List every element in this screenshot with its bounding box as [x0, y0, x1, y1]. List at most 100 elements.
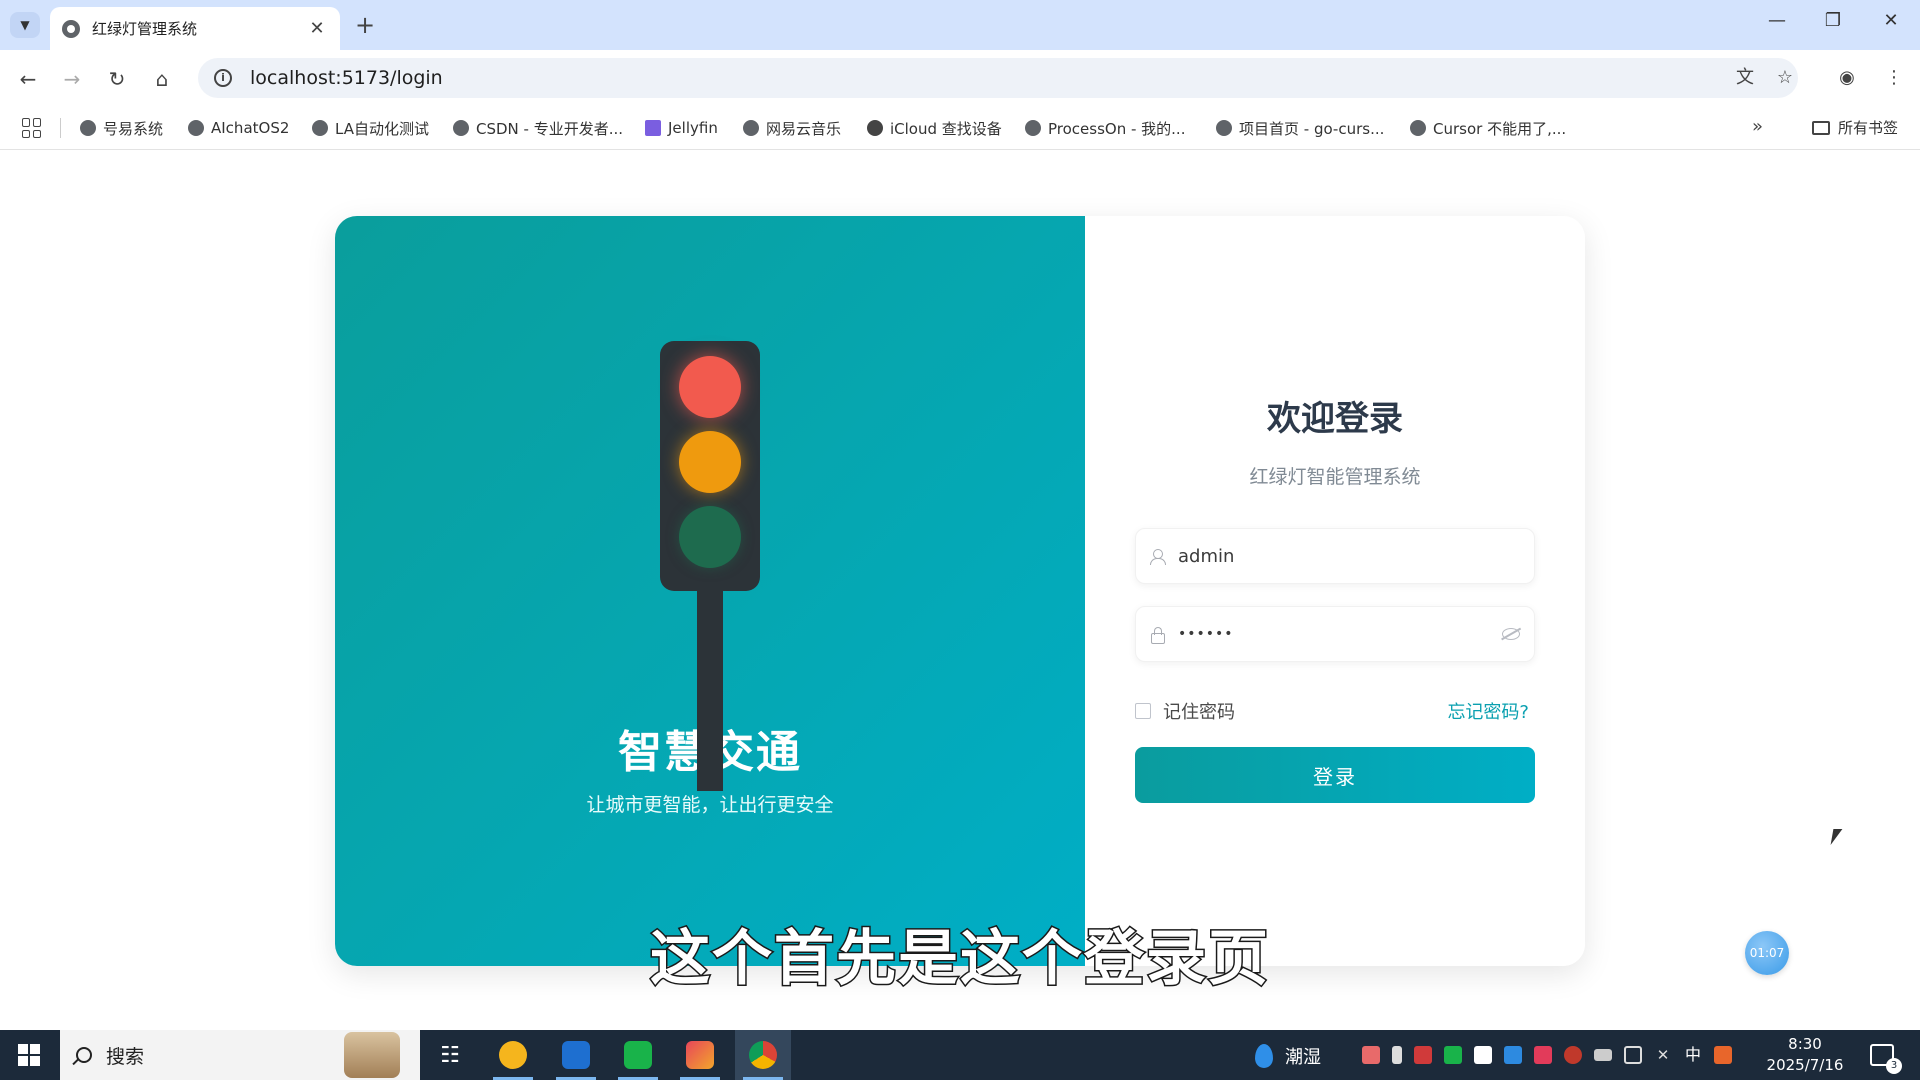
divider	[60, 118, 61, 138]
profile-icon[interactable]: ◉	[1833, 64, 1861, 92]
globe-icon	[1410, 120, 1426, 136]
translate-icon[interactable]: 文	[1731, 64, 1759, 92]
bookmark-item[interactable]: Jellyfin	[645, 117, 718, 139]
notification-count: 3	[1886, 1058, 1902, 1074]
browser-tab-active[interactable]: 红绿灯管理系统 ✕	[50, 7, 340, 50]
tab-search-button[interactable]: ▼	[10, 12, 40, 38]
more-bookmarks-icon[interactable]: »	[1752, 116, 1763, 137]
globe-icon	[80, 120, 96, 136]
wechat-tray-icon[interactable]	[1444, 1046, 1462, 1064]
hero-subtitle: 让城市更智能，让出行更安全	[586, 794, 834, 816]
search-highlight-image	[344, 1032, 400, 1078]
site-info-icon[interactable]: i	[214, 69, 232, 87]
tray-app-icon[interactable]	[1414, 1046, 1432, 1064]
volume-muted-icon[interactable]: ✕	[1654, 1046, 1672, 1064]
bookmark-item[interactable]: iCloud 查找设备	[867, 117, 1002, 139]
hero-panel: 智慧交通 让城市更智能，让出行更安全	[335, 216, 1085, 966]
login-button[interactable]: 登录	[1135, 747, 1535, 803]
tray-app-icon[interactable]	[1362, 1046, 1380, 1064]
clock-time: 8:30	[1788, 1035, 1822, 1053]
remember-password-option[interactable]: 记住密码	[1135, 698, 1235, 724]
bookmark-item[interactable]: LA自动化测试	[312, 117, 429, 139]
traffic-light-pole	[697, 591, 723, 791]
taskbar-app-2[interactable]	[548, 1030, 604, 1080]
bookmark-label: LA自动化测试	[335, 119, 429, 138]
new-tab-button[interactable]: +	[352, 12, 378, 38]
system-tray: ✕ 中	[1362, 1030, 1744, 1080]
close-tab-button[interactable]: ✕	[306, 18, 328, 39]
tray-app-icon[interactable]	[1474, 1046, 1492, 1064]
app-icon	[499, 1041, 527, 1069]
minimize-button[interactable]: —	[1762, 10, 1792, 31]
task-view-icon[interactable]: ☷	[422, 1030, 478, 1080]
weather-widget[interactable]: 潮湿	[1255, 1043, 1321, 1069]
menu-icon[interactable]: ⋮	[1880, 64, 1908, 92]
taskbar-jetbrains[interactable]	[672, 1030, 728, 1080]
windows-start-icon[interactable]	[18, 1044, 40, 1066]
taskbar-chrome[interactable]	[735, 1030, 791, 1080]
ime-indicator[interactable]: 中	[1684, 1046, 1702, 1064]
taskbar-search[interactable]: 搜索	[60, 1030, 420, 1080]
chevron-down-icon: ▼	[20, 18, 30, 32]
bookmarks-bar: 号易系统 AIchatOS2 LA自动化测试 CSDN - 专业开发者... J…	[0, 106, 1920, 150]
eye-off-icon[interactable]	[1502, 628, 1520, 640]
reload-icon[interactable]: ↻	[102, 64, 132, 94]
bookmark-label: iCloud 查找设备	[890, 119, 1002, 138]
taskbar-app-1[interactable]	[485, 1030, 541, 1080]
remember-checkbox[interactable]	[1135, 703, 1151, 719]
bookmark-item[interactable]: 号易系统	[80, 117, 163, 139]
network-icon[interactable]	[1624, 1046, 1642, 1064]
globe-icon	[1216, 120, 1232, 136]
forgot-password-link[interactable]: 忘记密码?	[1447, 698, 1529, 724]
address-bar[interactable]: i localhost:5173/login	[198, 58, 1798, 98]
bookmark-label: CSDN - 专业开发者...	[476, 119, 624, 138]
bookmark-item[interactable]: AIchatOS2	[188, 117, 289, 139]
url-text[interactable]: localhost:5173/login	[250, 67, 443, 89]
tray-app-icon[interactable]	[1534, 1046, 1552, 1064]
apps-grid-icon[interactable]	[22, 118, 42, 138]
username-field[interactable]: admin	[1135, 528, 1535, 584]
humidity-icon	[1255, 1044, 1273, 1068]
taskbar-search-label: 搜索	[106, 1045, 145, 1068]
bookmark-label: 网易云音乐	[766, 119, 842, 138]
mouse-cursor-icon	[1830, 829, 1843, 845]
bookmark-item[interactable]: 网易云音乐	[743, 117, 841, 139]
login-card: 智慧交通 让城市更智能，让出行更安全 欢迎登录 红绿灯智能管理系统 admin …	[335, 216, 1585, 966]
username-value[interactable]: admin	[1178, 546, 1520, 567]
home-icon[interactable]: ⌂	[147, 64, 177, 94]
login-subtitle: 红绿灯智能管理系统	[1249, 466, 1421, 488]
bookmark-item[interactable]: CSDN - 专业开发者...	[453, 117, 623, 139]
globe-icon	[743, 120, 759, 136]
password-value[interactable]: ••••••	[1178, 626, 1502, 642]
microphone-icon[interactable]	[1392, 1046, 1402, 1064]
taskbar-clock[interactable]: 8:30 2025/7/16	[1765, 1034, 1845, 1076]
battery-icon[interactable]	[1594, 1049, 1612, 1061]
bookmark-item[interactable]: 项目首页 - go-curs...	[1216, 117, 1384, 139]
bookmark-label: Cursor 不能用了,...	[1433, 119, 1567, 138]
bookmark-item[interactable]: ProcessOn - 我的...	[1025, 117, 1185, 139]
login-title: 欢迎登录	[1267, 399, 1403, 439]
chrome-icon	[749, 1041, 777, 1069]
taskbar-wechat[interactable]	[610, 1030, 666, 1080]
windows-taskbar: 搜索 ☷ 潮湿 ✕ 中 8:30 2025/7/16 3	[0, 1030, 1920, 1080]
tray-app-icon[interactable]	[1504, 1046, 1522, 1064]
bookmark-item[interactable]: Cursor 不能用了,...	[1410, 117, 1566, 139]
restore-button[interactable]: ❐	[1818, 10, 1848, 31]
back-icon[interactable]: ←	[13, 64, 43, 94]
bookmark-label: AIchatOS2	[211, 119, 290, 137]
all-bookmarks-button[interactable]: 所有书签	[1812, 117, 1898, 138]
forward-icon[interactable]: →	[57, 64, 87, 94]
weather-label: 潮湿	[1285, 1047, 1321, 1068]
clock-date: 2025/7/16	[1766, 1056, 1844, 1074]
sogou-icon[interactable]	[1714, 1046, 1732, 1064]
login-form-panel: 欢迎登录 红绿灯智能管理系统 admin •••••• 记住密码 忘记密码? 登…	[1085, 216, 1585, 966]
page-viewport: 智慧交通 让城市更智能，让出行更安全 欢迎登录 红绿灯智能管理系统 admin …	[0, 151, 1920, 1030]
bookmark-label: 项目首页 - go-curs...	[1239, 119, 1385, 138]
folder-icon	[1812, 120, 1830, 135]
tray-app-icon[interactable]	[1564, 1046, 1582, 1064]
browser-toolbar: ← → ↻ ⌂ i localhost:5173/login 文 ☆ ◉ ⋮	[0, 50, 1920, 106]
password-field[interactable]: ••••••	[1135, 606, 1535, 662]
globe-icon	[312, 120, 328, 136]
bookmark-star-icon[interactable]: ☆	[1771, 64, 1799, 92]
close-window-button[interactable]: ✕	[1876, 10, 1906, 31]
